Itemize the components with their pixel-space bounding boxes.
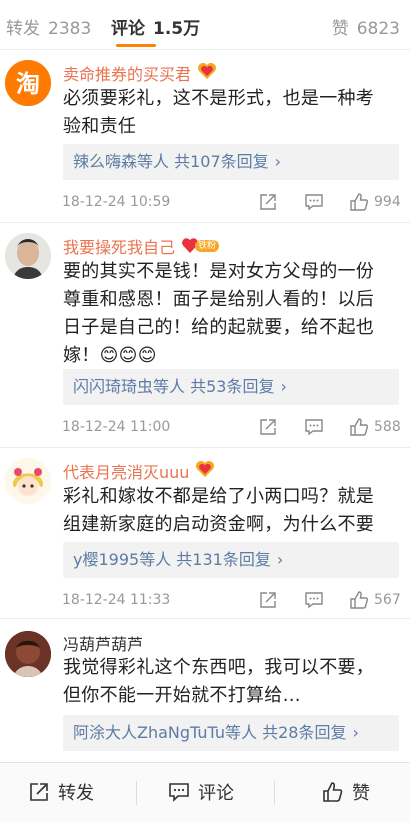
comment-author-name: 代表月亮消灭uuu	[63, 463, 190, 482]
tab-repost[interactable]: 转发 2383	[6, 14, 91, 39]
comment-item: 淘 卖命推券的买买君 必须要彩礼，这不是形式，也是一种考 验和责任 辣么嗨森等人…	[0, 50, 410, 222]
repost-icon	[30, 783, 48, 801]
comment-line: 尊重和感恩！面子是给别人看的！以后	[63, 289, 375, 310]
repost-label: 转发	[58, 783, 94, 804]
comment-author[interactable]: 我要操死我自己 铁粉	[63, 234, 220, 258]
thumbs-up-icon[interactable]	[349, 590, 369, 610]
tab-likes-label: 赞	[331, 19, 349, 39]
avatar[interactable]	[5, 233, 51, 279]
share-icon[interactable]	[258, 192, 278, 212]
comment-line: 必须要彩礼，这不是形式，也是一种考	[63, 88, 375, 109]
vip-heart-icon	[197, 62, 217, 84]
vip-heart-icon	[195, 460, 215, 482]
comment-icon[interactable]	[304, 192, 324, 212]
comment-icon	[169, 783, 189, 802]
share-icon[interactable]	[258, 417, 278, 437]
chevron-right-icon: ›	[352, 723, 359, 742]
like-count: 994	[374, 194, 401, 210]
tab-comments-label: 评论	[111, 19, 145, 39]
avatar[interactable]: 淘	[5, 60, 51, 106]
fan-badge-text: 铁粉	[195, 240, 220, 252]
chevron-right-icon: ›	[280, 377, 287, 396]
comment-text: 彩礼和嫁妆不都是给了小两口吗？就是 组建新家庭的启动资金啊，为什么不要	[63, 483, 398, 539]
separator	[274, 781, 275, 805]
comment-line: 嫁！😊😊😊	[63, 345, 157, 366]
like-label: 赞	[352, 783, 370, 804]
avatar-logo-text: 淘	[16, 70, 40, 98]
comment-line: 要的其实不是钱！是对女方父母的一份	[63, 261, 375, 282]
comment-text: 必须要彩礼，这不是形式，也是一种考 验和责任	[63, 85, 398, 141]
comment-meta: 18-12-24 10:59 994	[62, 192, 402, 214]
thumbs-up-icon[interactable]	[349, 417, 369, 437]
comment-line: 彩礼和嫁妆不都是给了小两口吗？就是	[63, 486, 375, 507]
thumbs-up-icon	[323, 782, 343, 802]
comment-line: 日子是自己的！给的起就要，给不起也	[63, 317, 375, 338]
comment-author[interactable]: 卖命推券的买买君	[63, 61, 217, 85]
comment-meta: 18-12-24 11:33 567	[62, 590, 402, 612]
like-count: 567	[374, 592, 401, 608]
comment-time: 18-12-24 11:00	[62, 419, 171, 435]
comment-item: 我要操死我自己 铁粉 要的其实不是钱！是对女方父母的一份 尊重和感恩！面子是给别…	[0, 223, 410, 447]
tab-bar: 转发 2383 评论 1.5万 赞 6823	[0, 0, 410, 50]
comment-author[interactable]: 代表月亮消灭uuu	[63, 459, 215, 483]
comment-label: 评论	[198, 783, 234, 804]
tab-repost-count: 2383	[48, 19, 92, 39]
replies-link[interactable]: 闪闪琦琦虫等人 共53条回复 ›	[63, 369, 399, 405]
comment-text: 要的其实不是钱！是对女方父母的一份 尊重和感恩！面子是给别人看的！以后 日子是自…	[63, 258, 398, 370]
replies-link[interactable]: y樱1995等人 共131条回复 ›	[63, 542, 399, 578]
comment-time: 18-12-24 11:33	[62, 592, 171, 608]
replies-link-text: 阿涂大人ZhaNgTuTu等人 共28条回复	[73, 723, 347, 742]
comment-time: 18-12-24 10:59	[62, 194, 171, 210]
replies-link-text: y樱1995等人 共131条回复	[73, 550, 271, 569]
tab-repost-label: 转发	[6, 19, 40, 39]
like-count: 588	[374, 419, 401, 435]
comment-author-name: 我要操死我自己	[63, 238, 176, 257]
comment-text: 我觉得彩礼这个东西吧，我可以不要， 但你不能一开始就不打算给…	[63, 654, 398, 710]
comment-line: 验和责任	[63, 116, 137, 137]
replies-link[interactable]: 辣么嗨森等人 共107条回复 ›	[63, 144, 399, 180]
like-button[interactable]: 赞	[322, 779, 370, 805]
separator	[136, 781, 137, 805]
avatar[interactable]	[5, 458, 51, 504]
replies-link-text: 闪闪琦琦虫等人 共53条回复	[73, 377, 275, 396]
replies-link-text: 辣么嗨森等人 共107条回复	[73, 152, 269, 171]
comment-line: 我觉得彩礼这个东西吧，我可以不要，	[63, 657, 375, 678]
tab-comments[interactable]: 评论 1.5万	[111, 14, 200, 39]
bottom-action-bar: 转发 评论 赞	[0, 762, 410, 822]
comment-line: 但你不能一开始就不打算给…	[63, 685, 301, 706]
tab-comments-count: 1.5万	[153, 19, 201, 39]
tab-likes[interactable]: 赞 6823	[332, 14, 400, 39]
comment-meta: 18-12-24 11:00 588	[62, 417, 402, 439]
comment-icon[interactable]	[304, 590, 324, 610]
comment-item: 代表月亮消灭uuu 彩礼和嫁妆不都是给了小两口吗？就是 组建新家庭的启动资金啊，…	[0, 448, 410, 618]
repost-button[interactable]: 转发	[28, 779, 94, 805]
comment-author-name: 冯葫芦葫芦	[63, 635, 144, 654]
chevron-right-icon: ›	[276, 550, 284, 569]
active-tab-indicator	[116, 44, 156, 47]
comment-line: 组建新家庭的启动资金啊，为什么不要	[63, 514, 375, 535]
comment-item: 冯葫芦葫芦 我觉得彩礼这个东西吧，我可以不要， 但你不能一开始就不打算给… 阿涂…	[0, 619, 410, 762]
chevron-right-icon: ›	[274, 152, 282, 171]
fan-badge: 铁粉	[181, 237, 220, 255]
replies-link[interactable]: 阿涂大人ZhaNgTuTu等人 共28条回复 ›	[63, 715, 399, 751]
comment-author[interactable]: 冯葫芦葫芦	[63, 631, 143, 655]
comment-author-name: 卖命推券的买买君	[63, 65, 192, 84]
thumbs-up-icon[interactable]	[349, 192, 369, 212]
avatar[interactable]	[5, 631, 51, 677]
share-icon[interactable]	[258, 590, 278, 610]
comment-icon[interactable]	[304, 417, 324, 437]
comment-button[interactable]: 评论	[168, 779, 234, 805]
tab-likes-count: 6823	[356, 19, 400, 39]
